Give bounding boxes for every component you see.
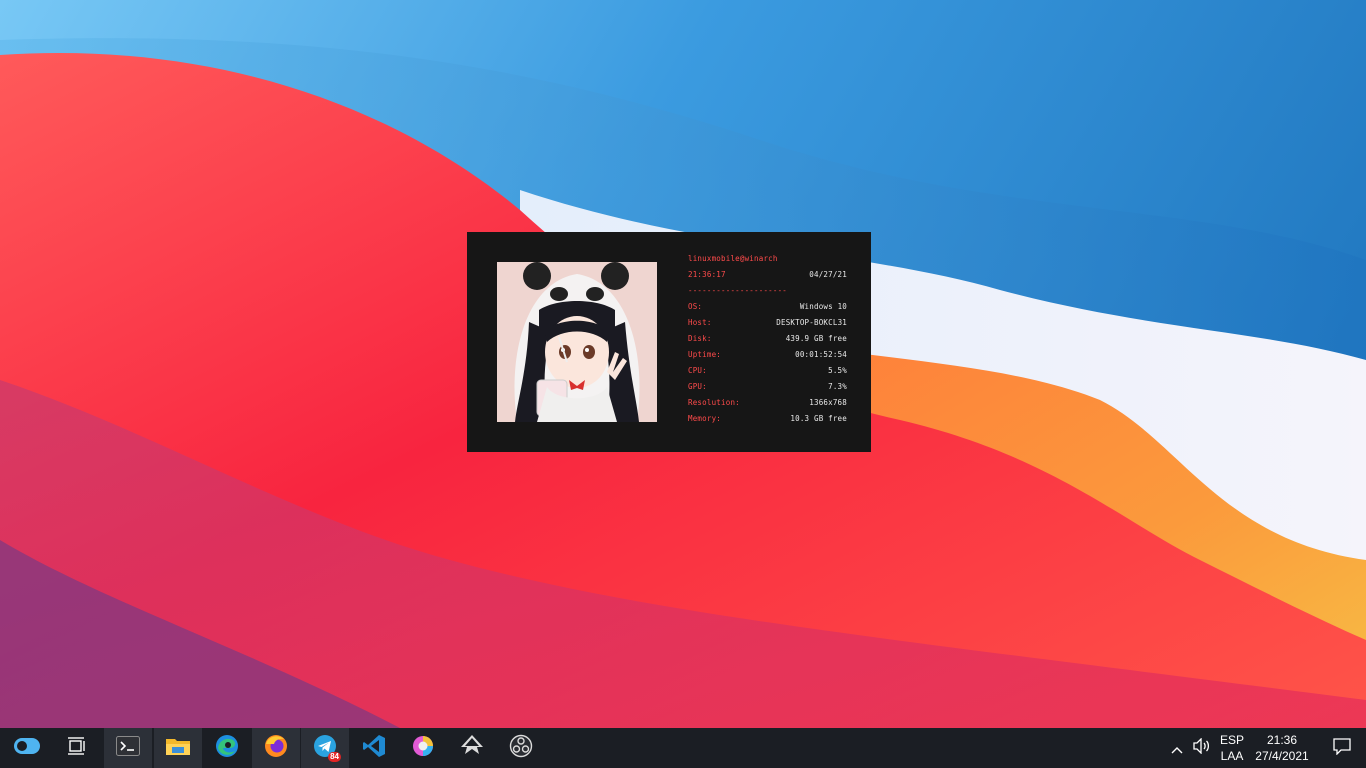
- host-label: Host:: [688, 318, 712, 327]
- gpu-label: GPU:: [688, 382, 707, 391]
- notifications-button[interactable]: [1318, 728, 1366, 768]
- info-row-resolution: Resolution: 1366x768: [688, 398, 847, 414]
- time-value: 21:36:17: [688, 270, 726, 279]
- keyboard-layout: LAA: [1220, 749, 1244, 763]
- volume-icon: [1193, 737, 1211, 758]
- divider-line: ---------------------: [688, 286, 788, 295]
- date-value: 04/27/21: [809, 270, 847, 279]
- system-info-panel: linuxmobile@winarch 21:36:17 04/27/21 --…: [688, 254, 847, 430]
- user-host-label: linuxmobile@winarch: [688, 254, 778, 263]
- taskbar: 84 ESP LAA 21:36 27/4/2021: [0, 728, 1366, 768]
- info-row-uptime: Uptime: 00:01:52:54: [688, 350, 847, 366]
- file-explorer-button[interactable]: [154, 728, 202, 768]
- toggle-icon: [14, 738, 40, 758]
- info-row-host: Host: DESKTOP-BOKCL31: [688, 318, 847, 334]
- resolution-label: Resolution:: [688, 398, 740, 407]
- edge-button[interactable]: [203, 728, 251, 768]
- clock-time: 21:36: [1266, 733, 1298, 747]
- os-label: OS:: [688, 302, 703, 311]
- task-view-button[interactable]: [53, 728, 101, 768]
- host-value: DESKTOP-BOKCL31: [776, 318, 847, 327]
- input-language-button[interactable]: ESP LAA: [1216, 732, 1248, 764]
- file-explorer-icon: [166, 736, 190, 760]
- edge-icon: [215, 734, 239, 762]
- avatar-image: [497, 262, 657, 422]
- volume-button[interactable]: [1190, 728, 1214, 768]
- gpu-value: 7.3%: [828, 382, 847, 391]
- memory-label: Memory:: [688, 414, 722, 423]
- disk-value: 439.9 GB free: [785, 334, 847, 343]
- toggle-button[interactable]: [3, 728, 51, 768]
- resolution-value: 1366x768: [809, 398, 847, 407]
- firefox-button[interactable]: [252, 728, 300, 768]
- vscode-icon: [362, 734, 386, 762]
- telegram-button[interactable]: 84: [301, 728, 349, 768]
- color-app-button[interactable]: [399, 728, 447, 768]
- memory-value: 10.3 GB free: [790, 414, 847, 423]
- terminal-button[interactable]: [104, 728, 152, 768]
- info-row-os: OS: Windows 10: [688, 302, 847, 318]
- inkscape-icon: [460, 734, 484, 762]
- obs-icon: [509, 734, 533, 762]
- cpu-label: CPU:: [688, 366, 707, 375]
- info-row-cpu: CPU: 5.5%: [688, 366, 847, 382]
- uptime-label: Uptime:: [688, 350, 722, 359]
- clock-date: 27/4/2021: [1255, 749, 1309, 763]
- info-row-gpu: GPU: 7.3%: [688, 382, 847, 398]
- notification-icon: [1333, 737, 1351, 759]
- chevron-up-icon: [1171, 739, 1183, 758]
- vscode-button[interactable]: [350, 728, 398, 768]
- info-row-memory: Memory: 10.3 GB free: [688, 414, 847, 430]
- info-row-disk: Disk: 439.9 GB free: [688, 334, 847, 350]
- inkscape-button[interactable]: [448, 728, 496, 768]
- show-hidden-icons-button[interactable]: [1166, 728, 1188, 768]
- task-view-icon: [67, 737, 87, 759]
- os-value: Windows 10: [799, 302, 847, 311]
- color-app-icon: [411, 734, 435, 762]
- clock-button[interactable]: 21:36 27/4/2021: [1252, 732, 1312, 764]
- firefox-icon: [264, 734, 288, 762]
- cpu-value: 5.5%: [828, 366, 847, 375]
- language-code: ESP: [1219, 733, 1244, 747]
- terminal-icon: [116, 736, 140, 760]
- system-info-widget: linuxmobile@winarch 21:36:17 04/27/21 --…: [467, 232, 871, 452]
- uptime-value: 00:01:52:54: [795, 350, 847, 359]
- obs-button[interactable]: [497, 728, 545, 768]
- telegram-badge: 84: [328, 752, 341, 762]
- disk-label: Disk:: [688, 334, 712, 343]
